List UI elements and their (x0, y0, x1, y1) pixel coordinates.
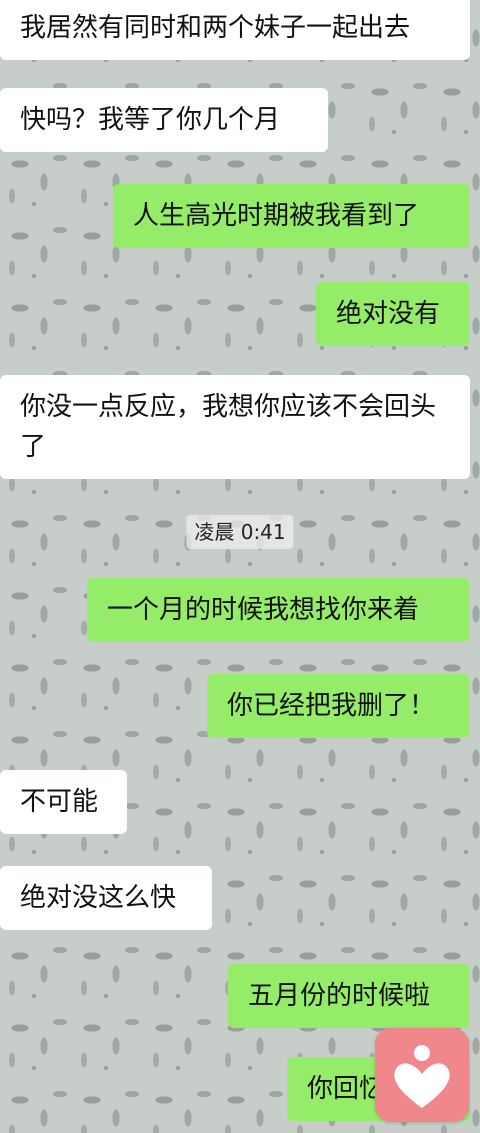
chat-area[interactable]: 我居然有同时和两个妹子一起出去 快吗？我等了你几个月 人生高光时期被我看到了 绝… (0, 0, 480, 1133)
message-bubble-outgoing[interactable]: 五月份的时候啦 (228, 964, 470, 1028)
message-bubble-outgoing[interactable]: 一个月的时候我想找你来着 (87, 578, 470, 642)
message-text: 绝对没这么快 (20, 883, 177, 913)
message-bubble-incoming[interactable]: 你没一点反应，我想你应该不会回头了 (0, 375, 470, 479)
message-text: 我居然有同时和两个妹子一起出去 (20, 13, 411, 43)
favorite-badge[interactable] (375, 1028, 469, 1122)
message-bubble-incoming[interactable]: 我居然有同时和两个妹子一起出去 (0, 0, 470, 60)
heart-person-icon (394, 1045, 450, 1108)
message-text: 你已经把我删了！ (227, 691, 436, 721)
message-text: 不可能 (20, 787, 99, 817)
message-bubble-incoming[interactable]: 不可能 (0, 770, 127, 834)
message-text: 你没一点反应，我想你应该不会回头了 (20, 392, 437, 462)
message-bubble-incoming[interactable]: 快吗？我等了你几个月 (0, 88, 328, 152)
timestamp: 凌晨 0:41 (186, 515, 294, 549)
message-text: 人生高光时期被我看到了 (133, 201, 420, 231)
message-bubble-outgoing[interactable]: 绝对没有 (316, 282, 470, 346)
message-text: 绝对没有 (336, 299, 441, 329)
message-text: 一个月的时候我想找你来着 (107, 595, 420, 625)
message-text: 快吗？我等了你几个月 (20, 105, 281, 135)
message-text: 你回忆 (307, 1074, 386, 1104)
message-text: 五月份的时候啦 (248, 981, 431, 1011)
message-bubble-incoming[interactable]: 绝对没这么快 (0, 866, 212, 930)
message-bubble-outgoing[interactable]: 你已经把我删了！ (207, 674, 470, 738)
message-bubble-outgoing[interactable]: 人生高光时期被我看到了 (113, 184, 470, 248)
